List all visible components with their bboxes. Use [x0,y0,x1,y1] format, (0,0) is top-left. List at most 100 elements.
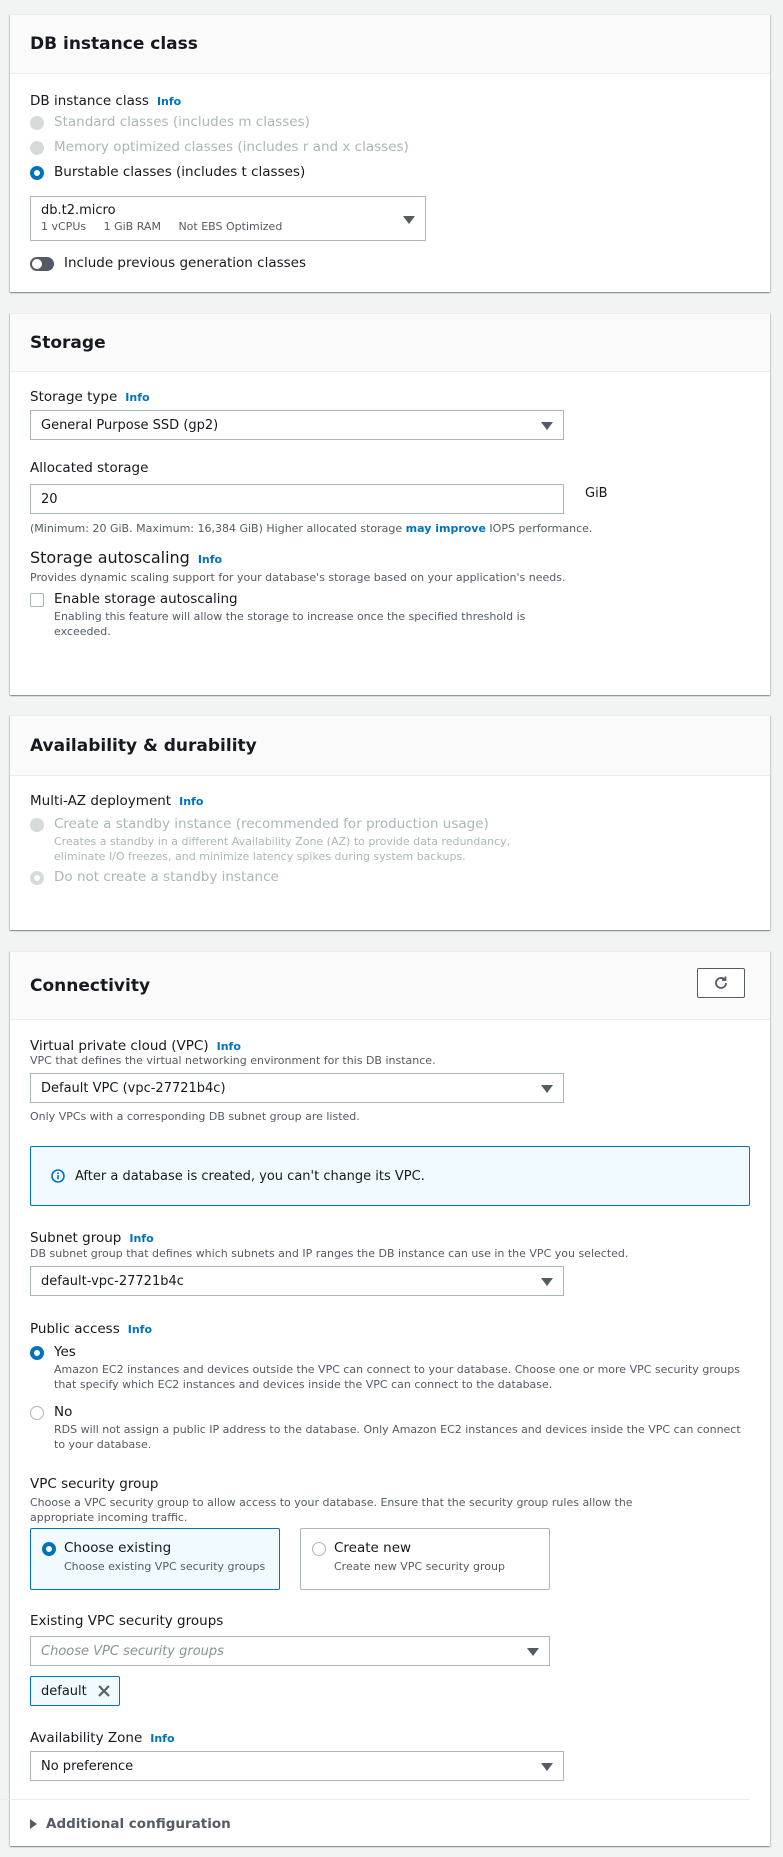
chevron-down-icon [527,1648,539,1656]
vpc-select[interactable]: Default VPC (vpc-27721b4c) [30,1073,564,1103]
tile-create-new[interactable]: Create new Create new VPC security group [300,1528,550,1590]
db-instance-class-panel: DB instance class DB instance class Info … [10,14,770,292]
radio-public-access-yes[interactable] [30,1346,44,1360]
field-hint: Only VPCs with a corresponding DB subnet… [30,1110,360,1123]
panel-title: Storage [30,332,106,353]
subnet-group-select[interactable]: default-vpc-27721b4c [30,1266,564,1296]
chevron-down-icon [541,1278,553,1286]
info-link[interactable]: Info [150,1732,174,1745]
toggle-label: Include previous generation classes [64,255,307,271]
close-icon[interactable] [97,1684,111,1698]
info-circle-icon [51,1169,65,1183]
radio-create-new[interactable] [312,1542,326,1556]
radio-description: Amazon EC2 instances and devices outside… [54,1363,740,1391]
panel-title: Connectivity [30,975,151,996]
info-link[interactable]: Info [198,553,222,566]
storage-panel: Storage Storage type Info General Purpose… [10,313,770,695]
chevron-down-icon [541,422,553,430]
field-label: Virtual private cloud (VPC) [30,1038,209,1054]
chevron-down-icon [541,1085,553,1093]
tile-description: Create new VPC security group [334,1560,505,1573]
chevron-down-icon [403,215,415,224]
autoscaling-checkbox[interactable] [30,593,44,607]
radio-public-access-no[interactable] [30,1406,44,1420]
radio-create-standby[interactable] [30,818,44,832]
toggle-previous-generation[interactable] [30,257,54,271]
panel-header: Availability & durability [10,716,770,776]
section-description: Provides dynamic scaling support for you… [30,571,566,584]
caret-right-icon [30,1819,37,1829]
vcpu-spec: 1 vCPUs [41,220,87,233]
field-label: DB instance class [30,93,149,109]
unit-label: GiB [585,486,608,501]
radio-description: RDS will not assign a public IP address … [54,1423,741,1451]
field-label: Allocated storage [30,460,149,476]
panel-header: Connectivity [10,952,770,1020]
radio-label: Burstable classes (includes t classes) [54,164,306,180]
tile-choose-existing[interactable]: Choose existing Choose existing VPC secu… [30,1528,280,1590]
info-link[interactable]: Info [128,1323,152,1336]
radio-standard-classes[interactable] [30,116,44,130]
field-description: VPC that defines the virtual networking … [30,1054,436,1067]
info-link[interactable]: Info [157,95,181,108]
radio-label: Do not create a standby instance [54,869,279,885]
info-link[interactable]: Info [217,1040,241,1053]
allocated-storage-input[interactable]: 20 [30,484,564,514]
field-label: VPC security group [30,1476,159,1492]
info-alert: After a database is created, you can't c… [30,1146,750,1206]
info-link[interactable]: Info [125,391,149,404]
radio-label: No [54,1404,73,1420]
info-link[interactable]: Info [179,795,203,808]
field-label: Existing VPC security groups [30,1613,224,1629]
select-value: default-vpc-27721b4c [41,1273,184,1289]
tile-label: Choose existing [64,1540,172,1556]
radio-label: Create a standby instance (recommended f… [54,816,489,832]
field-description: Choose a VPC security group to allow acc… [30,1496,633,1524]
select-value: db.t2.micro [41,203,116,218]
additional-configuration-expander[interactable]: Additional configuration [30,1816,231,1832]
info-link[interactable]: Info [129,1232,153,1245]
availability-durability-panel: Availability & durability Multi-AZ deplo… [10,715,770,930]
refresh-button[interactable] [697,967,745,998]
panel-title: Availability & durability [30,735,257,756]
instance-class-select[interactable]: db.t2.micro 1 vCPUs 1 GiB RAM Not EBS Op… [30,196,426,241]
radio-memory-optimized-classes[interactable] [30,141,44,155]
security-groups-multiselect[interactable]: Choose VPC security groups [30,1636,550,1666]
expander-label: Additional configuration [46,1816,231,1832]
radio-no-standby[interactable] [30,871,44,885]
allocated-storage-hint: (Minimum: 20 GiB. Maximum: 16,384 GiB) H… [30,521,592,536]
field-label: Storage type [30,389,118,405]
may-improve-link[interactable]: may improve [406,522,486,535]
tile-label: Create new [334,1540,412,1556]
ebs-spec: Not EBS Optimized [178,220,283,233]
radio-burstable-classes[interactable] [30,166,44,180]
select-value: No preference [41,1758,134,1774]
field-label: Public access [30,1321,120,1337]
tile-description: Choose existing VPC security groups [64,1560,266,1573]
section-title: Storage autoscaling [30,548,190,567]
radio-label: Standard classes (includes m classes) [54,114,310,130]
panel-header: DB instance class [10,15,770,74]
connectivity-panel: Connectivity Virtual private cloud (VPC)… [0,951,770,1846]
refresh-icon [715,976,727,989]
token-default: default [30,1676,120,1706]
field-description: DB subnet group that defines which subne… [30,1247,629,1260]
select-value: Default VPC (vpc-27721b4c) [41,1080,226,1096]
hint-text: IOPS performance. [485,522,593,535]
ram-spec: 1 GiB RAM [103,220,161,233]
radio-choose-existing[interactable] [42,1542,56,1556]
radio-label: Yes [54,1344,76,1360]
storage-type-select[interactable]: General Purpose SSD (gp2) [30,410,564,440]
divider [0,1799,750,1800]
availability-zone-select[interactable]: No preference [30,1751,564,1781]
checkbox-label: Enable storage autoscaling [54,591,238,607]
field-label: Availability Zone [30,1730,143,1746]
chevron-down-icon [541,1763,553,1771]
token-label: default [41,1683,87,1699]
field-label: Multi-AZ deployment [30,793,172,809]
radio-label: Memory optimized classes (includes r and… [54,139,409,155]
panel-title: DB instance class [30,34,198,54]
input-value: 20 [41,491,58,507]
checkbox-description: Enabling this feature will allow the sto… [54,610,526,638]
toggle-knob [32,259,42,269]
